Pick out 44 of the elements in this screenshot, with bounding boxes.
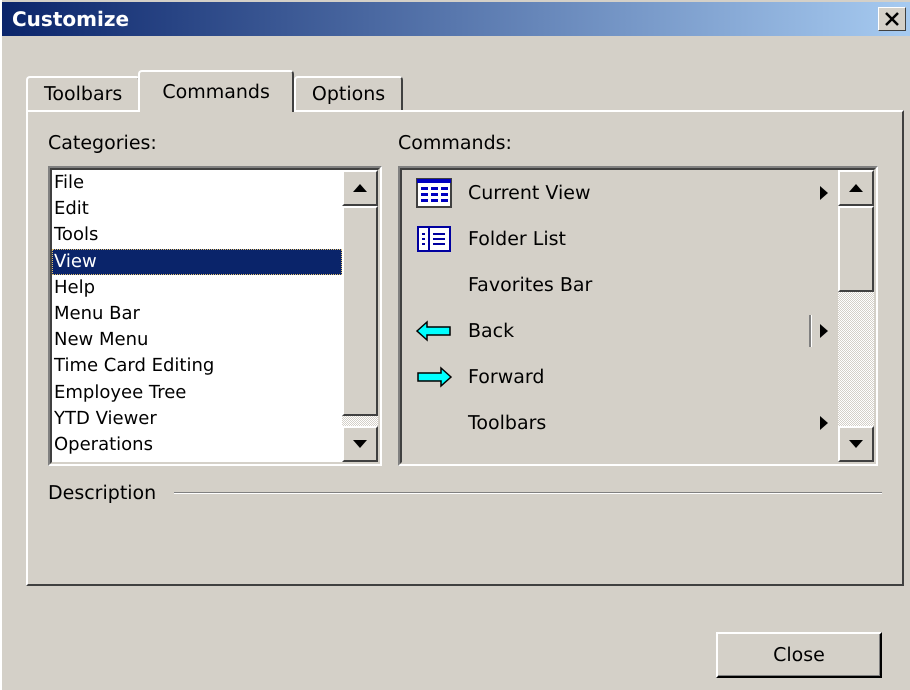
list-item[interactable]: Operations <box>52 432 342 458</box>
command-item[interactable]: Folder List <box>468 228 788 250</box>
command-item[interactable]: Toolbars <box>468 412 788 434</box>
scroll-up-button[interactable] <box>838 170 874 206</box>
commands-label: Commands: <box>398 132 513 156</box>
command-item[interactable]: Favorites Bar <box>468 274 788 296</box>
categories-list[interactable]: File Edit Tools View Help Menu Bar New Menu Time Card Editing Employee Tree YTD Viewer Operations <box>48 166 382 466</box>
description-label: Description <box>48 482 156 504</box>
commands-list[interactable]: Current View Folder List Favorites Bar Back Forward Toolbars <box>398 166 878 466</box>
tab[interactable]: Toolbars <box>26 76 140 110</box>
scroll-thumb[interactable] <box>838 206 874 292</box>
scroll-down-button[interactable] <box>342 426 378 462</box>
command-item[interactable]: Forward <box>468 366 788 388</box>
command-item[interactable]: Back <box>468 320 788 342</box>
up-triangle-icon <box>353 184 367 192</box>
scroll-down-button[interactable] <box>838 426 874 462</box>
down-triangle-icon <box>353 440 367 448</box>
down-triangle-icon <box>849 440 863 448</box>
list-item[interactable]: Edit <box>52 196 342 222</box>
list-item[interactable]: YTD Viewer <box>52 406 342 432</box>
list-item[interactable]: Tools <box>52 222 342 249</box>
command-item[interactable]: Current View <box>468 182 788 204</box>
list-icon <box>417 226 451 252</box>
list-item[interactable]: View <box>52 248 342 275</box>
window-title: Customize <box>12 7 130 31</box>
list-item[interactable]: File <box>52 170 342 196</box>
grid-icon <box>416 178 452 208</box>
close-button[interactable]: Close <box>716 632 882 678</box>
tab[interactable]: Options <box>294 76 404 110</box>
categories-label: Categories: <box>48 132 158 156</box>
list-item[interactable]: Time Card Editing <box>52 353 342 380</box>
list-item[interactable]: Menu Bar <box>52 300 342 328</box>
list-item[interactable]: Employee Tree <box>52 380 342 406</box>
scroll-up-button[interactable] <box>342 170 378 206</box>
tab[interactable]: Commands <box>138 70 294 112</box>
close-icon[interactable] <box>878 7 906 31</box>
list-item[interactable]: New Menu <box>52 327 342 354</box>
scroll-thumb[interactable] <box>342 206 378 416</box>
list-item[interactable]: Help <box>52 274 342 301</box>
up-triangle-icon <box>849 184 863 192</box>
left-arrow-icon <box>416 320 452 342</box>
scrollbar[interactable] <box>342 170 378 462</box>
right-arrow-icon <box>416 366 452 388</box>
scrollbar[interactable] <box>838 170 874 462</box>
